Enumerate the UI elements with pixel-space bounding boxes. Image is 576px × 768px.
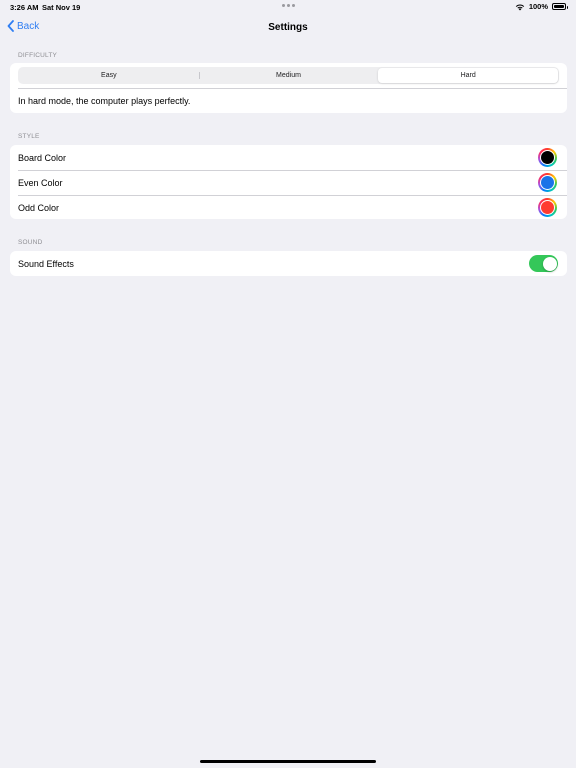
difficulty-segmented-row: Easy Medium Hard bbox=[10, 63, 567, 88]
navigation-bar: Back Settings bbox=[0, 14, 576, 42]
even-color-row[interactable]: Even Color bbox=[10, 170, 567, 195]
battery-icon bbox=[552, 3, 568, 10]
page-title: Settings bbox=[268, 22, 308, 33]
multitasking-dots-icon[interactable] bbox=[282, 4, 295, 7]
segment-medium[interactable]: Medium bbox=[198, 68, 379, 83]
status-date: Sat Nov 19 bbox=[42, 3, 81, 12]
difficulty-segmented-control[interactable]: Easy Medium Hard bbox=[18, 67, 559, 84]
style-group: Board Color Even Color Odd Color bbox=[10, 145, 567, 219]
battery-percent: 100% bbox=[528, 2, 548, 11]
section-header-difficulty: DIFFICULTY bbox=[18, 52, 58, 59]
status-time: 3:26 AM bbox=[10, 3, 39, 12]
difficulty-description: In hard mode, the computer plays perfect… bbox=[18, 95, 191, 106]
even-color-swatch bbox=[541, 176, 554, 189]
difficulty-description-row: In hard mode, the computer plays perfect… bbox=[10, 88, 567, 113]
home-indicator[interactable] bbox=[200, 760, 376, 763]
toggle-knob bbox=[542, 256, 557, 271]
sound-effects-toggle[interactable] bbox=[529, 255, 558, 272]
board-color-label: Board Color bbox=[18, 152, 67, 163]
odd-color-row[interactable]: Odd Color bbox=[10, 195, 567, 219]
sound-group: Sound Effects bbox=[10, 251, 567, 276]
board-color-well[interactable] bbox=[538, 148, 557, 167]
status-right: 100% bbox=[515, 2, 568, 11]
odd-color-label: Odd Color bbox=[18, 202, 60, 213]
section-header-sound: SOUND bbox=[18, 239, 43, 246]
segment-hard[interactable]: Hard bbox=[378, 68, 559, 83]
board-color-row[interactable]: Board Color bbox=[10, 145, 567, 170]
odd-color-swatch bbox=[541, 201, 554, 214]
sound-effects-label: Sound Effects bbox=[18, 258, 74, 269]
sound-effects-row: Sound Effects bbox=[10, 251, 567, 276]
board-color-swatch bbox=[541, 151, 554, 164]
section-header-style: STYLE bbox=[18, 133, 40, 140]
difficulty-group: Easy Medium Hard In hard mode, the compu… bbox=[10, 63, 567, 113]
even-color-well[interactable] bbox=[538, 173, 557, 192]
odd-color-well[interactable] bbox=[538, 198, 557, 217]
wifi-icon bbox=[515, 3, 525, 10]
status-bar: 3:26 AM Sat Nov 19 100% bbox=[0, 0, 576, 14]
segment-easy[interactable]: Easy bbox=[19, 68, 199, 83]
even-color-label: Even Color bbox=[18, 177, 63, 188]
